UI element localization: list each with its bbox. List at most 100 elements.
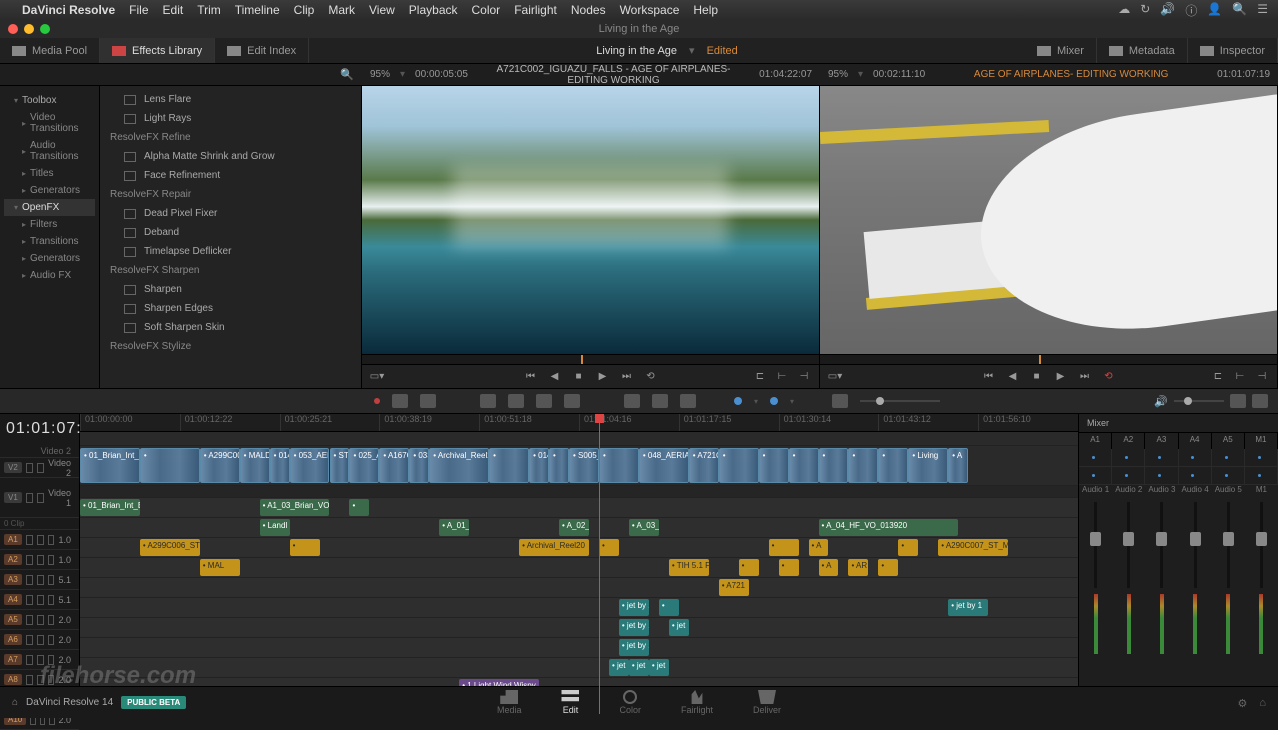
timeline-clip[interactable]: • A167C — [379, 448, 409, 483]
timeline-clip[interactable]: • jet — [609, 659, 629, 676]
timeline-clip[interactable]: • A299C006_ST_MA — [200, 448, 240, 483]
timeline-clip[interactable]: • A1_03_Brian_VO — [260, 499, 330, 516]
record-scrubber[interactable] — [820, 354, 1277, 364]
track-header[interactable]: A62.0 — [0, 630, 79, 650]
play-button[interactable]: ▶ — [596, 370, 610, 384]
mixer-fader[interactable] — [1112, 502, 1145, 654]
timeline-clip[interactable]: • Living — [908, 448, 948, 483]
track-enable[interactable] — [37, 615, 44, 625]
cat-audio-fx[interactable]: Audio FX — [4, 267, 95, 284]
menu-timeline[interactable]: Timeline — [235, 3, 280, 17]
audio-track[interactable]: • jet• jet• jet — [80, 658, 1078, 678]
track-enable[interactable] — [37, 675, 44, 685]
record-timeline-name[interactable]: AGE OF AIRPLANES- EDITING WORKING — [935, 69, 1207, 80]
source-scrubber[interactable] — [362, 354, 819, 364]
fx-item[interactable]: Dead Pixel Fixer — [100, 204, 361, 223]
track-lock[interactable] — [26, 615, 33, 625]
sync-icon[interactable]: ↻ — [1140, 2, 1150, 19]
timeline-clip[interactable]: • — [848, 448, 878, 483]
cat-filters[interactable]: Filters — [4, 216, 95, 233]
record-zoom[interactable]: 95% — [828, 69, 848, 80]
timeline-clip[interactable]: • 053_AERIAL — [290, 448, 330, 483]
mixer-fader[interactable] — [1212, 502, 1245, 654]
step-back-button[interactable]: ◀ — [548, 370, 562, 384]
timeline-clip[interactable]: • MAL — [200, 559, 240, 576]
mute-button[interactable] — [1252, 394, 1268, 408]
timeline-ruler[interactable]: 01:00:00:0001:00:12:2201:00:25:2101:00:3… — [80, 414, 1078, 432]
fader-track[interactable] — [1127, 502, 1130, 588]
audio-track[interactable]: • MAL• TIH 5.1 FX• • • A• AR• — [80, 558, 1078, 578]
fx-item[interactable]: Sharpen Edges — [100, 299, 361, 318]
track-id[interactable]: A2 — [4, 554, 22, 565]
chevron-down-icon[interactable]: ▾ — [400, 69, 405, 80]
timeline-clip[interactable]: • 01_Brian_Int_Edit — [80, 448, 140, 483]
timeline-clip[interactable]: • jet — [669, 619, 689, 636]
playhead[interactable] — [599, 414, 600, 714]
track-enable[interactable] — [37, 575, 44, 585]
track-header[interactable]: A52.0 — [0, 610, 79, 630]
timeline-clip[interactable]: • A299C006_ST — [140, 539, 200, 556]
fx-item[interactable]: Soft Sharpen Skin — [100, 318, 361, 337]
video-track[interactable] — [80, 432, 1078, 446]
track-enable[interactable] — [37, 655, 44, 665]
fx-item[interactable]: Deband — [100, 223, 361, 242]
mixer-fader[interactable] — [1145, 502, 1178, 654]
timeline-clip[interactable]: • AR — [848, 559, 868, 576]
fader-track[interactable] — [1227, 502, 1230, 588]
menu-fairlight[interactable]: Fairlight — [514, 3, 557, 17]
track-lock[interactable] — [26, 635, 33, 645]
chevron-down-icon[interactable]: ▾ — [790, 397, 794, 406]
mixer-fader[interactable] — [1079, 502, 1112, 654]
track-solo[interactable] — [48, 555, 55, 565]
stop-button[interactable]: ■ — [572, 370, 586, 384]
project-settings-icon[interactable]: ⚙ — [1237, 697, 1247, 710]
track-enable[interactable] — [37, 493, 44, 503]
track-id[interactable]: A1 — [4, 534, 22, 545]
menu-mark[interactable]: Mark — [328, 3, 355, 17]
goto-first-button[interactable]: ⏮ — [982, 370, 996, 384]
track-solo[interactable] — [48, 675, 55, 685]
track-id[interactable]: A8 — [4, 674, 22, 685]
timeline-clip[interactable]: • — [739, 559, 759, 576]
timeline-clip[interactable]: • jet by 1 — [619, 619, 649, 636]
menu-clip[interactable]: Clip — [294, 3, 315, 17]
timeline-clip[interactable]: • A721C — [689, 448, 719, 483]
source-mode-icon[interactable]: ▭▾ — [370, 370, 384, 384]
timeline-clip[interactable]: • — [898, 539, 918, 556]
track-enable[interactable] — [37, 463, 44, 473]
cat-ofx-transitions[interactable]: Transitions — [4, 233, 95, 250]
loop-button[interactable]: ⟲ — [644, 370, 658, 384]
timeline-clip[interactable]: • jet — [629, 659, 649, 676]
timeline-clip[interactable]: • — [878, 559, 898, 576]
menu-view[interactable]: View — [369, 3, 395, 17]
audio-track[interactable]: • jet by 1 • jet — [80, 618, 1078, 638]
track-solo[interactable] — [48, 575, 55, 585]
mark-in-button[interactable]: ⊢ — [775, 370, 789, 384]
timeline-clip[interactable]: • STA — [330, 448, 350, 483]
track-id[interactable]: A3 — [4, 574, 22, 585]
timeline-clip[interactable]: • 033 — [409, 448, 429, 483]
track-lock[interactable] — [26, 493, 33, 503]
source-viewer-image[interactable] — [362, 86, 819, 354]
track-id[interactable]: A6 — [4, 634, 22, 645]
playhead-timecode[interactable]: 01:01:07:19 — [0, 414, 79, 444]
zoom-slider[interactable] — [860, 400, 940, 402]
track-lock[interactable] — [26, 595, 33, 605]
menu-file[interactable]: File — [129, 3, 148, 17]
timeline-clip[interactable]: • — [719, 448, 759, 483]
video-track[interactable]: • 01_Brian_Int_Edit• • A299C006_ST_MA• M… — [80, 446, 1078, 486]
cat-generators[interactable]: Generators — [4, 182, 95, 199]
track-enable[interactable] — [37, 595, 44, 605]
timeline-body[interactable]: 01:00:00:0001:00:12:2201:00:25:2101:00:3… — [80, 414, 1078, 714]
marker-button[interactable] — [680, 394, 696, 408]
timeline-clip[interactable]: • — [878, 448, 908, 483]
link-button[interactable] — [624, 394, 640, 408]
timeline-clip[interactable]: • S005_SF — [569, 448, 599, 483]
cat-audio-transitions[interactable]: Audio Transitions — [4, 137, 95, 165]
track-solo[interactable] — [48, 615, 55, 625]
chevron-down-icon[interactable]: ▾ — [754, 397, 758, 406]
close-window-button[interactable] — [8, 24, 18, 34]
track-enable[interactable] — [37, 635, 44, 645]
record-mode-icon[interactable]: ▭▾ — [828, 370, 842, 384]
track-solo[interactable] — [48, 655, 55, 665]
